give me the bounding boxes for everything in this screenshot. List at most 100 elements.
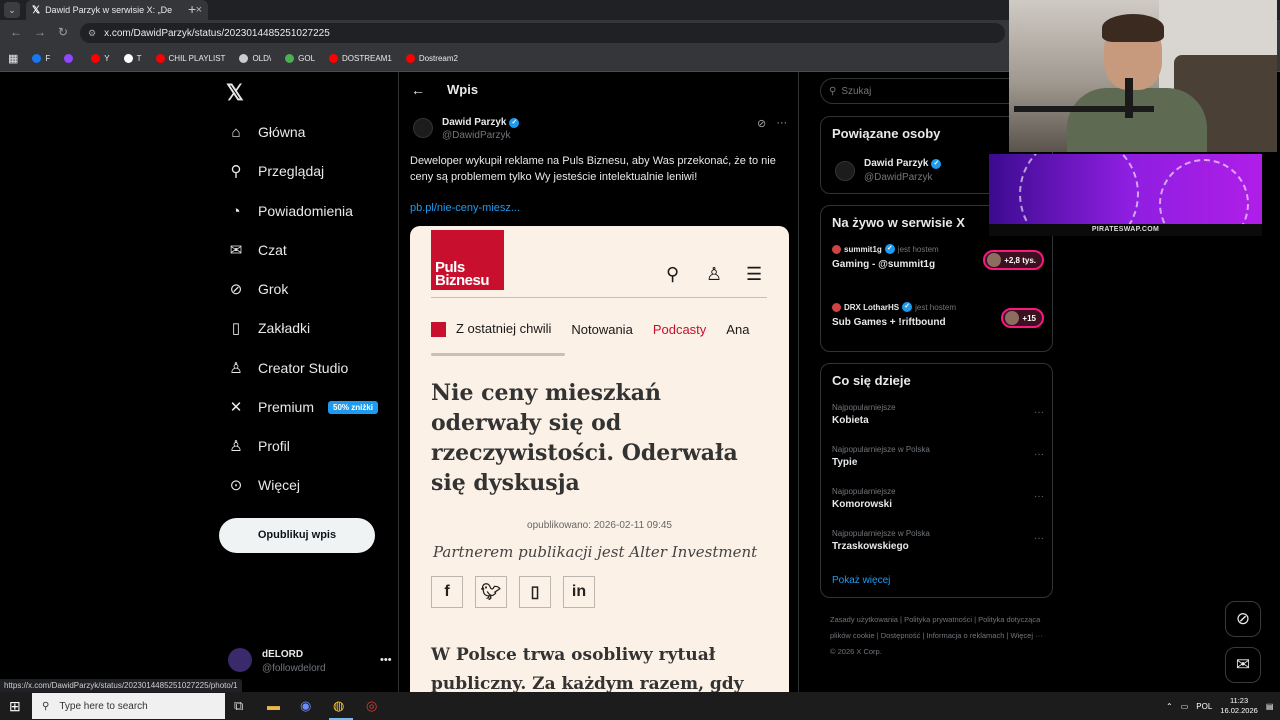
network-icon[interactable]: ▭ [1181,702,1189,711]
live-space-item[interactable]: summit1g ✓ jest hostem Gaming - @summit1g +2… [832,244,1044,274]
obs-icon[interactable]: ◎ [366,698,377,714]
left-navigation: 𝕏 ⌂ Główna ⚲ Przeglądaj ◔ Powiadomienia ✉ Czat ⊘… [218,72,398,692]
notifications-icon[interactable]: ▤ [1266,702,1274,711]
language-indicator[interactable]: POL [1196,702,1212,711]
logo-text-2: Biznesu [435,272,490,289]
chrome-icon[interactable]: ◍ [333,698,344,714]
more-dots-icon[interactable]: ··· [1034,449,1044,460]
file-explorer-icon[interactable]: ▬ [267,698,280,713]
task-view-icon[interactable]: ⧉ [234,698,243,714]
back-arrow-icon[interactable]: ← [411,82,425,98]
avatar [1005,311,1020,325]
publish-post-button[interactable]: Opublikuj wpis [219,518,375,553]
more-dots-icon[interactable]: ··· [1034,491,1044,502]
nav-item-powiadomienia[interactable]: ◔ Powiadomienia [228,199,352,223]
bookmark-favicon-icon [405,54,415,63]
nav-item-label: Więcej [258,477,301,493]
divider [431,297,767,298]
status-bar-url: https://x.com/DawidParzyk/status/2023014… [0,679,242,692]
hamburger-menu-icon: ☰ [746,264,763,284]
show-more-link[interactable]: Pokaż więcej [832,575,890,586]
nav-item-więcej[interactable]: ⊙ Więcej [228,473,300,497]
nav-item-grok[interactable]: ⊘ Grok [228,277,289,301]
x-logo-icon[interactable]: 𝕏 [226,80,244,106]
post-text: Deweloper wykupił reklame na Puls Biznes… [410,155,776,183]
published-date: opublikowano: 2026-02-11 09:45 [527,520,672,531]
bookmark-item[interactable]: CHIL PLAYLIST [155,54,226,63]
article-image[interactable]: Puls Biznesu ⚲ ♙ ☰ Z ostatniej chwili No… [410,226,789,692]
nav-item-czat[interactable]: ✉ Czat [228,238,287,262]
menu-scrollbar [431,353,565,356]
bookmark-item[interactable] [64,54,77,63]
bookmark-item[interactable]: Dostream2 [405,54,458,63]
grok-float-icon[interactable]: ⊘ [1225,601,1261,637]
address-bar[interactable]: ⚙ x.com/DawidParzyk/status/2023014485251… [80,23,1005,43]
apps-grid-icon[interactable]: ▦ [8,52,18,65]
x-favicon-icon: 𝕏 [32,4,41,16]
discord-icon[interactable]: ◉ [300,698,311,714]
trend-item[interactable]: Najpopularniejsze w Polska Typie ··· [832,445,1044,479]
browser-tab[interactable]: 𝕏 Dawid Parzyk w serwisie X: „De × [26,0,208,20]
bookmark-label: Dostream2 [418,54,458,63]
live-host-name: summit1g [844,244,882,254]
bookmark-item[interactable]: Y [91,54,110,63]
grok-explain-icon[interactable]: ⊘ [757,117,766,130]
avatar[interactable] [413,118,433,138]
footer-links[interactable]: Zasady użytkowania | Polityka prywatnośc… [830,612,1050,660]
more-dots-icon[interactable]: ··· [776,117,787,130]
tray-chevron-icon[interactable]: ⌃ [1166,702,1173,711]
nav-item-główna[interactable]: ⌂ Główna [228,120,305,144]
more-dots-icon[interactable]: ••• [380,654,392,666]
trend-item[interactable]: Najpopularniejsze w Polska Trzaskowskiego… [832,529,1044,563]
bookmark-label: CHIL PLAYLIST [168,54,226,63]
nav-item-przeglądaj[interactable]: ⚲ Przeglądaj [228,159,325,183]
nav-item-profil[interactable]: ♙ Profil [228,434,290,458]
trend-item[interactable]: Najpopularniejsze Kobieta ··· [832,403,1044,437]
menu-item-podcasts: Podcasty [652,321,707,337]
bookmark-item[interactable]: OLD\ [239,54,271,63]
search-icon: ⚲ [230,163,242,180]
nav-item-premium[interactable]: ✕ Premium 50% zniżki [228,395,379,419]
trend-item[interactable]: Najpopularniejsze Komorowski ··· [832,487,1044,521]
clock[interactable]: 11:23 16.02.2026 [1220,696,1258,716]
back-icon[interactable]: ← [10,25,22,39]
menu-item-label: Z ostatniej chwili [456,320,552,336]
live-host-name: DRX LotharHS [844,302,900,312]
user-icon: ♙ [706,264,723,284]
bookmark-item[interactable]: T [123,54,142,63]
x-premium-icon: ✕ [229,399,243,416]
related-title: Powiązane osoby [832,126,941,141]
nav-item-creator-studio[interactable]: ♙ Creator Studio [228,356,348,380]
more-dots-icon[interactable]: ··· [1034,407,1044,418]
partner-note: Partnerem publikacji jest Alter Investme… [433,543,758,561]
bookmark-label: OLD\ [252,54,272,63]
tab-close-icon[interactable]: × [196,4,202,16]
account-switcher[interactable]: dELORD @followdelord ••• [228,646,392,676]
tab-search-button[interactable]: ⌄ [4,2,20,18]
bookmark-item[interactable]: DOSTREAM1 [329,54,392,63]
reload-icon[interactable]: ↻ [58,25,68,39]
nav-item-label: Główna [258,124,306,140]
author-name[interactable]: Dawid Parzyk ✓ [442,117,520,128]
ad-caption: PIRATESWAP.COM [989,224,1262,236]
related-person-name[interactable]: Dawid Parzyk ✓ [864,158,942,169]
taskbar-search[interactable]: ⚲ Type here to search [32,693,225,719]
live-space-item[interactable]: DRX LotharHS ✓ jest hostem Sub Games + !rif… [832,302,1044,332]
verified-badge-icon: ✓ [509,117,520,128]
avatar [228,648,252,672]
site-info-icon[interactable]: ⚙ [88,28,96,39]
post-link[interactable]: pb.pl/nie-ceny-miesz... [410,202,520,214]
article-lead: W Polsce trwa osobliwy rytuał publiczny.… [431,645,744,692]
avatar[interactable] [835,161,855,181]
account-name: dELORD [262,649,304,660]
windows-start-icon[interactable]: ⊞ [9,698,21,715]
more-dots-icon[interactable]: ··· [1034,533,1044,544]
bookmark-item[interactable]: GOL [285,54,315,63]
bookmark-item[interactable]: F [32,54,50,63]
new-tab-button[interactable]: + [188,0,196,18]
nav-item-zakładki[interactable]: ▯ Zakładki [228,316,310,340]
twitter-bird-icon: 🐦︎ [475,576,507,608]
nav-item-label: Zakładki [258,320,311,336]
messages-float-icon[interactable]: ✉ [1225,647,1261,683]
forward-icon[interactable]: → [34,25,46,39]
